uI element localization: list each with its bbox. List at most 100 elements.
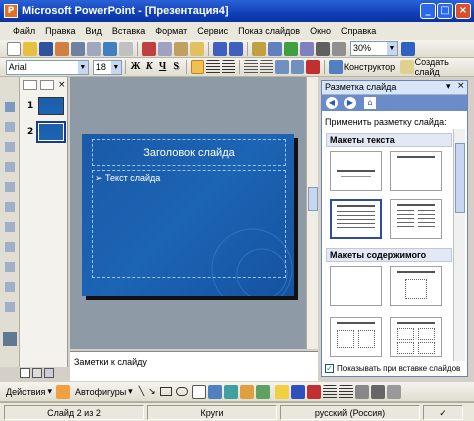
align-right-icon[interactable] bbox=[221, 60, 236, 74]
format-painter-icon[interactable] bbox=[190, 41, 204, 56]
paste-icon[interactable] bbox=[174, 41, 188, 56]
collapse-all-icon[interactable] bbox=[5, 242, 15, 252]
insert-table-icon[interactable] bbox=[268, 41, 282, 56]
shadow-style-icon[interactable] bbox=[370, 384, 385, 399]
spelling-status-icon[interactable]: ✓ bbox=[423, 404, 463, 420]
slide-thumbnail-1[interactable] bbox=[38, 97, 64, 115]
menu-tools[interactable]: Сервис bbox=[192, 26, 233, 36]
increase-font-icon[interactable] bbox=[275, 60, 289, 74]
new-document-icon[interactable] bbox=[7, 41, 21, 56]
print-preview-icon[interactable] bbox=[87, 41, 101, 56]
color-grayscale-icon[interactable] bbox=[332, 41, 346, 56]
3d-style-icon[interactable] bbox=[386, 384, 401, 399]
italic-button[interactable]: К bbox=[142, 60, 156, 74]
layout-title-text-selected[interactable] bbox=[330, 199, 382, 239]
layout-two-content[interactable] bbox=[330, 317, 382, 357]
print-icon[interactable] bbox=[71, 41, 85, 56]
menu-edit[interactable]: Правка bbox=[40, 26, 80, 36]
picture-icon[interactable] bbox=[255, 384, 270, 399]
layout-content[interactable] bbox=[390, 266, 442, 306]
scroll-thumb[interactable] bbox=[308, 187, 318, 211]
move-up-icon[interactable] bbox=[5, 162, 15, 172]
underline-button[interactable]: Ч bbox=[156, 60, 170, 74]
clipart-icon[interactable] bbox=[239, 384, 254, 399]
cut-icon[interactable] bbox=[142, 41, 156, 56]
forward-icon[interactable]: ▶ bbox=[344, 97, 356, 109]
textbox-icon[interactable] bbox=[191, 384, 206, 399]
autoshapes-menu[interactable]: Автофигуры bbox=[75, 387, 126, 397]
open-folder-icon[interactable] bbox=[23, 41, 37, 56]
body-placeholder[interactable]: ➢ Текст слайда bbox=[92, 170, 286, 278]
promote-icon[interactable] bbox=[5, 122, 15, 132]
wordart-icon[interactable] bbox=[207, 384, 222, 399]
move-down-icon[interactable] bbox=[5, 182, 15, 192]
slide-scrollbar[interactable] bbox=[306, 77, 318, 349]
expand-all-icon[interactable] bbox=[5, 262, 15, 272]
chevron-down-icon[interactable]: ▾ bbox=[446, 82, 451, 92]
demote-icon[interactable] bbox=[5, 142, 15, 152]
font-size-select[interactable]: 18 ▼ bbox=[92, 59, 122, 75]
arrow-style-icon[interactable] bbox=[354, 384, 369, 399]
slides-tab[interactable] bbox=[40, 80, 54, 90]
shadow-button[interactable]: S bbox=[169, 60, 183, 74]
research-icon[interactable] bbox=[119, 41, 133, 56]
back-icon[interactable]: ◀ bbox=[326, 97, 338, 109]
font-select[interactable]: Arial ▼ bbox=[5, 59, 89, 75]
layout-title-only[interactable] bbox=[330, 151, 382, 191]
bullets-icon[interactable] bbox=[259, 60, 274, 74]
home-icon[interactable]: ⌂ bbox=[364, 97, 376, 109]
menu-insert[interactable]: Вставка bbox=[107, 26, 150, 36]
select-pointer-icon[interactable] bbox=[55, 384, 70, 399]
diagram-icon[interactable] bbox=[223, 384, 238, 399]
font-color-icon[interactable] bbox=[306, 60, 320, 74]
save-icon[interactable] bbox=[39, 41, 53, 56]
menu-help[interactable]: Справка bbox=[336, 26, 381, 36]
zoom-select[interactable]: 30% ▼ bbox=[350, 41, 398, 56]
permission-icon[interactable] bbox=[55, 41, 69, 56]
insert-chart-icon[interactable] bbox=[252, 41, 266, 56]
slideshow-view-icon[interactable] bbox=[44, 368, 54, 378]
layout-title-top[interactable] bbox=[390, 151, 442, 191]
align-left-icon[interactable] bbox=[190, 60, 205, 74]
layout-blank[interactable] bbox=[330, 266, 382, 306]
numbering-icon[interactable] bbox=[244, 60, 258, 74]
layout-two-columns[interactable] bbox=[390, 199, 442, 239]
align-center-icon[interactable] bbox=[206, 60, 220, 74]
layout-four-content[interactable] bbox=[390, 317, 442, 357]
minimize-button[interactable]: _ bbox=[420, 3, 436, 19]
summary-slide-icon[interactable] bbox=[5, 282, 15, 292]
show-on-insert-checkbox[interactable]: ✓ bbox=[325, 364, 334, 373]
fill-color-icon[interactable] bbox=[274, 384, 289, 399]
font-color-icon[interactable] bbox=[306, 384, 321, 399]
notes-pane[interactable]: Заметки к слайду bbox=[70, 351, 318, 381]
taskpane-scroll-thumb[interactable] bbox=[455, 143, 465, 213]
close-pane-icon[interactable]: × bbox=[58, 80, 66, 90]
drawing-tool-icon[interactable] bbox=[3, 332, 17, 346]
menu-view[interactable]: Вид bbox=[81, 26, 107, 36]
line-style-icon[interactable] bbox=[322, 384, 337, 399]
menu-window[interactable]: Окно bbox=[305, 26, 336, 36]
taskpane-scrollbar[interactable] bbox=[453, 129, 465, 361]
actions-menu[interactable]: Действия bbox=[6, 387, 45, 397]
design-button[interactable]: Конструктор bbox=[328, 60, 395, 74]
new-slide-button[interactable]: Создать слайд bbox=[399, 57, 474, 77]
rectangle-icon[interactable] bbox=[159, 387, 172, 396]
line-color-icon[interactable] bbox=[290, 384, 305, 399]
line-icon[interactable]: ╲ bbox=[139, 387, 144, 397]
redo-icon[interactable] bbox=[229, 41, 243, 56]
expand-icon[interactable] bbox=[5, 222, 15, 232]
insert-diagram-icon[interactable] bbox=[300, 41, 314, 56]
decrease-font-icon[interactable] bbox=[290, 60, 305, 74]
slide-thumbnail-2[interactable] bbox=[36, 121, 66, 143]
collapse-icon[interactable] bbox=[5, 202, 15, 212]
dash-style-icon[interactable] bbox=[338, 384, 353, 399]
slide-canvas[interactable]: Заголовок слайда ➢ Текст слайда bbox=[82, 134, 294, 296]
outline-tab[interactable] bbox=[23, 80, 37, 90]
menu-file[interactable]: Файл bbox=[8, 26, 40, 36]
sorter-view-icon[interactable] bbox=[32, 368, 42, 378]
normal-view-icon[interactable] bbox=[20, 368, 30, 378]
oval-icon[interactable] bbox=[175, 387, 188, 396]
copy-icon[interactable] bbox=[158, 41, 172, 56]
grid-icon[interactable] bbox=[316, 41, 330, 56]
tables-borders-icon[interactable] bbox=[284, 41, 298, 56]
